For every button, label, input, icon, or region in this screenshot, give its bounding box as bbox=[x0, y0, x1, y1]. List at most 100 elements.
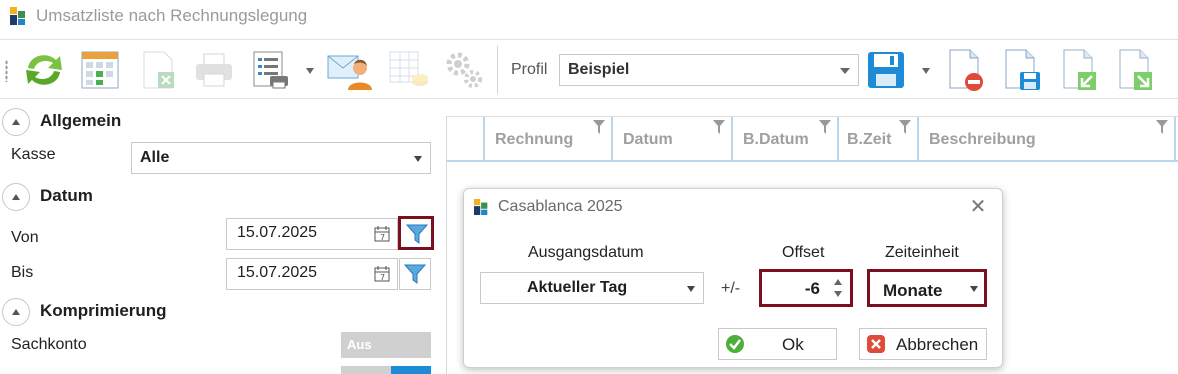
stepper-arrows-icon[interactable] bbox=[832, 276, 844, 300]
save-profile-button[interactable] bbox=[862, 46, 910, 94]
print-list-icon bbox=[253, 51, 288, 89]
column-header-label: Rechnung bbox=[495, 131, 574, 148]
offset-label: Offset bbox=[782, 244, 825, 261]
dialog-title: Casablanca 2025 bbox=[498, 198, 623, 215]
cancel-button[interactable]: Abbrechen bbox=[859, 328, 987, 360]
column-filter-icon[interactable] bbox=[1156, 120, 1168, 134]
column-filter-icon[interactable] bbox=[713, 120, 725, 134]
table-coins-icon bbox=[389, 51, 428, 86]
plusminus-label: +/- bbox=[721, 280, 741, 297]
refresh-icon bbox=[26, 55, 62, 85]
calendar-icon[interactable]: 7 bbox=[373, 265, 391, 283]
app-logo-icon bbox=[474, 199, 488, 215]
chevron-down-icon bbox=[970, 286, 978, 292]
sachkonto-toggle[interactable]: Aus bbox=[341, 332, 431, 358]
delete-profile-button[interactable] bbox=[942, 46, 990, 94]
column-header-rechnung[interactable]: Rechnung bbox=[485, 117, 613, 161]
toolbar: Profil Beispiel bbox=[0, 39, 1178, 99]
delete-document-icon bbox=[949, 49, 983, 91]
svg-text:7: 7 bbox=[380, 233, 385, 242]
print-list-dropdown-icon[interactable] bbox=[306, 68, 314, 74]
column-header-bzeit[interactable]: B.Zeit bbox=[839, 117, 919, 161]
datum-section-title: Datum bbox=[40, 186, 93, 205]
kasse-label: Kasse bbox=[11, 146, 56, 163]
toolbar-grip[interactable] bbox=[5, 60, 8, 82]
cancel-icon bbox=[867, 335, 885, 353]
cancel-button-label: Abbrechen bbox=[896, 335, 979, 354]
offset-value: -6 bbox=[804, 279, 820, 298]
grid-header: Rechnung Datum B.Datum B.Zeit Beschreibu… bbox=[447, 116, 1178, 162]
app-logo-icon bbox=[10, 7, 25, 25]
von-date-input[interactable]: 15.07.2025 7 bbox=[226, 218, 398, 250]
column-header-beschreibung[interactable]: Beschreibung bbox=[919, 117, 1176, 161]
column-header-label: Beschreibung bbox=[929, 131, 1036, 148]
save-document-button[interactable] bbox=[998, 46, 1046, 94]
bis-date-value: 15.07.2025 bbox=[237, 264, 318, 281]
refresh-button[interactable] bbox=[20, 46, 68, 94]
zeiteinheit-select[interactable]: Monate bbox=[867, 269, 987, 307]
profil-select-value: Beispiel bbox=[568, 61, 630, 78]
calendar-grid-button[interactable] bbox=[76, 46, 124, 94]
column-filter-icon[interactable] bbox=[819, 120, 831, 134]
column-header-label: Datum bbox=[623, 131, 673, 148]
chevron-down-icon bbox=[687, 286, 695, 292]
sachkonto-label: Sachkonto bbox=[11, 336, 87, 353]
table-coins-button[interactable] bbox=[384, 46, 432, 94]
toolbar-separator bbox=[497, 46, 498, 94]
allgemein-collapse-button[interactable] bbox=[2, 108, 30, 136]
calendar-icon[interactable]: 7 bbox=[373, 225, 391, 243]
column-header-label: B.Zeit bbox=[847, 131, 892, 148]
bis-label: Bis bbox=[11, 264, 34, 281]
column-filter-icon[interactable] bbox=[593, 120, 605, 134]
next-toggle[interactable] bbox=[341, 366, 431, 374]
export-document-button[interactable] bbox=[1112, 46, 1160, 94]
profil-label: Profil bbox=[511, 61, 548, 78]
offset-stepper[interactable]: -6 bbox=[759, 269, 853, 307]
komprimierung-collapse-button[interactable] bbox=[2, 298, 30, 326]
email-contact-icon bbox=[327, 55, 372, 90]
zeiteinheit-label: Zeiteinheit bbox=[885, 244, 959, 261]
grid-calendar-icon bbox=[81, 51, 119, 89]
import-document-icon bbox=[1063, 49, 1096, 90]
save-icon bbox=[868, 52, 904, 88]
von-date-value: 15.07.2025 bbox=[237, 224, 318, 241]
ok-button-label: Ok bbox=[782, 335, 804, 354]
bis-filter-button[interactable] bbox=[399, 258, 431, 290]
excel-export-icon bbox=[143, 51, 174, 89]
close-icon[interactable]: ✕ bbox=[968, 197, 988, 217]
import-document-button[interactable] bbox=[1056, 46, 1104, 94]
bis-date-input[interactable]: 15.07.2025 7 bbox=[226, 258, 398, 290]
print-list-button[interactable] bbox=[246, 46, 294, 94]
ausgangsdatum-value: Aktueller Tag bbox=[527, 279, 628, 296]
ausgangsdatum-select[interactable]: Aktueller Tag bbox=[480, 272, 704, 304]
sachkonto-toggle-state: Aus bbox=[347, 337, 372, 352]
save-dropdown-icon[interactable] bbox=[922, 68, 930, 74]
email-contact-button[interactable] bbox=[326, 46, 374, 94]
allgemein-section-title: Allgemein bbox=[40, 111, 122, 130]
ok-button[interactable]: Ok bbox=[718, 328, 837, 360]
column-header-datum[interactable]: Datum bbox=[613, 117, 733, 161]
column-filter-icon[interactable] bbox=[899, 120, 911, 134]
chevron-down-icon bbox=[840, 68, 850, 74]
komprimierung-section-title: Komprimierung bbox=[40, 301, 167, 320]
svg-text:7: 7 bbox=[380, 273, 385, 282]
save-document-icon bbox=[1005, 49, 1040, 90]
column-header-bdatum[interactable]: B.Datum bbox=[733, 117, 839, 161]
funnel-icon bbox=[406, 224, 428, 244]
export-document-icon bbox=[1119, 49, 1152, 90]
chevron-down-icon bbox=[414, 156, 422, 162]
von-filter-button[interactable] bbox=[398, 216, 434, 250]
von-label: Von bbox=[11, 229, 39, 246]
column-header-label: B.Datum bbox=[743, 131, 809, 148]
print-button[interactable] bbox=[190, 46, 238, 94]
ausgangsdatum-label: Ausgangsdatum bbox=[528, 244, 644, 261]
window-title: Umsatzliste nach Rechnungslegung bbox=[36, 6, 308, 25]
settings-button[interactable] bbox=[440, 46, 488, 94]
zeiteinheit-value: Monate bbox=[883, 281, 943, 300]
grid-indicator-column bbox=[447, 117, 485, 161]
excel-export-button[interactable] bbox=[134, 46, 182, 94]
datum-collapse-button[interactable] bbox=[2, 183, 30, 211]
date-offset-dialog: Casablanca 2025 ✕ Ausgangsdatum Aktuelle… bbox=[463, 188, 1003, 368]
kasse-select[interactable]: Alle bbox=[131, 142, 431, 174]
profil-select[interactable]: Beispiel bbox=[559, 54, 859, 86]
